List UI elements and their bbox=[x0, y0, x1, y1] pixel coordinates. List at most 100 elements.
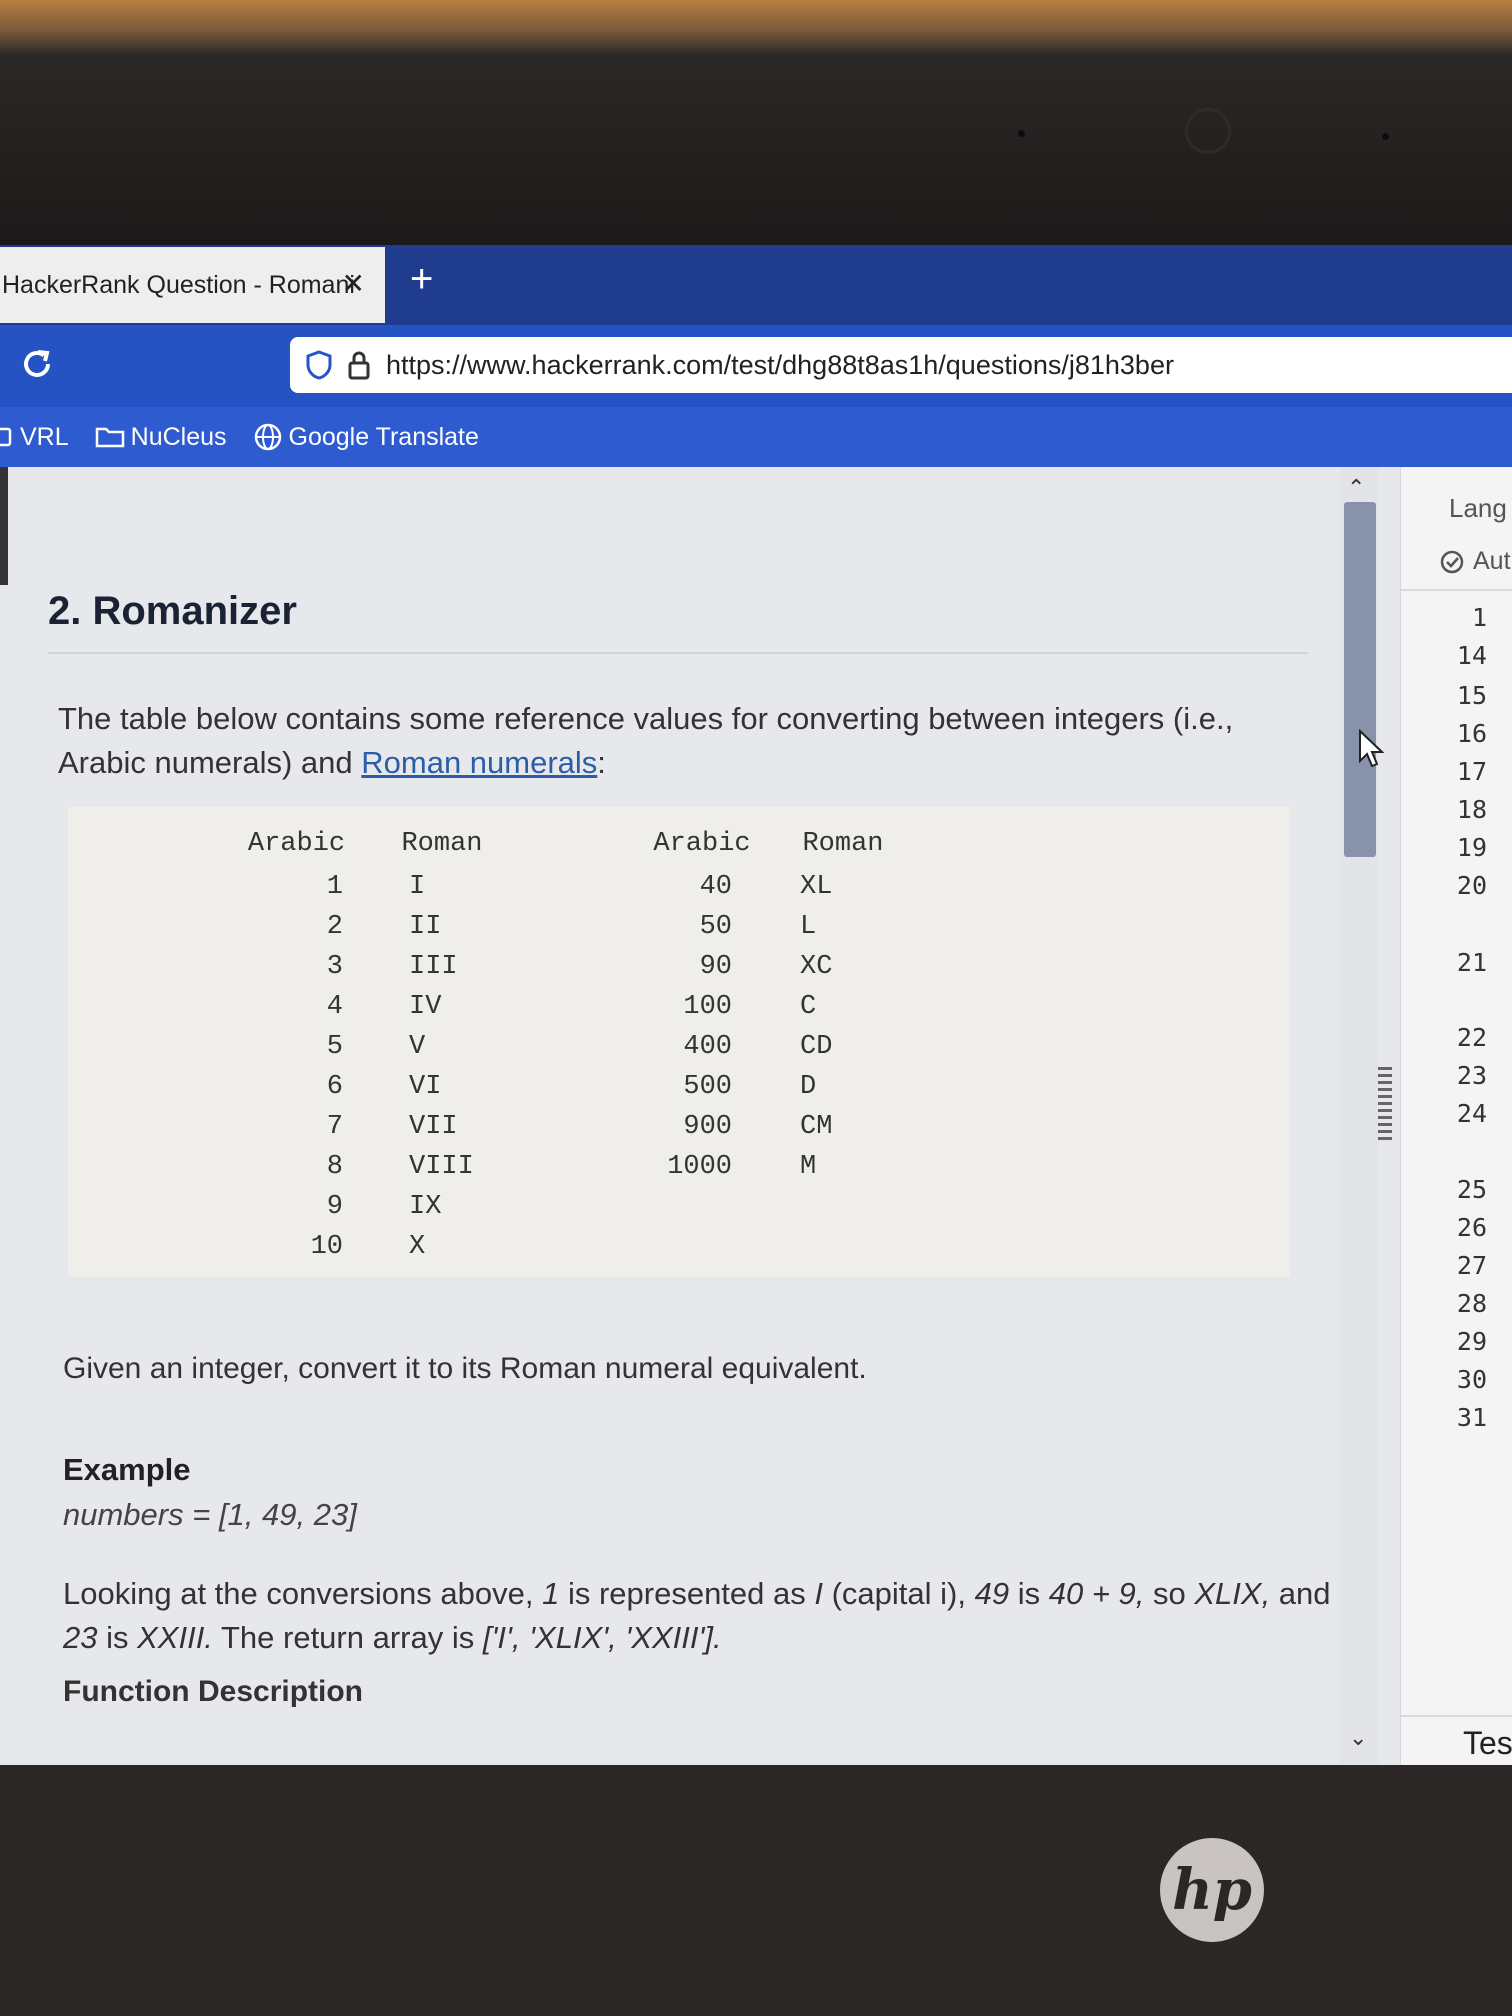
reload-icon[interactable] bbox=[18, 345, 56, 383]
function-description-heading: Function Description bbox=[63, 1675, 363, 1708]
line-number: 28 bbox=[1456, 1289, 1487, 1318]
globe-icon bbox=[254, 423, 281, 451]
browser-tab[interactable]: HackerRank Question - Romani ✕ bbox=[0, 247, 385, 323]
explain-text: so bbox=[1144, 1576, 1195, 1611]
arabic-value: 90 bbox=[699, 952, 732, 982]
title-divider bbox=[48, 652, 1308, 654]
table-row: 9 IX bbox=[228, 1187, 519, 1227]
explain-text: is bbox=[1009, 1576, 1049, 1611]
arabic-value: 900 bbox=[683, 1112, 732, 1142]
sensor-dot bbox=[1018, 130, 1025, 137]
roman-value: C bbox=[800, 992, 817, 1022]
explain-text: Looking at the conversions above, bbox=[63, 1576, 543, 1611]
roman-value: VI bbox=[409, 1072, 442, 1102]
test-results-tab[interactable]: Tes bbox=[1463, 1725, 1512, 1762]
url-text: https://www.hackerrank.com/test/dhg88t8a… bbox=[386, 349, 1174, 380]
arabic-value: 10 bbox=[310, 1232, 343, 1262]
left-edge-strip bbox=[0, 467, 8, 585]
explain-italic: 1 bbox=[542, 1576, 560, 1611]
arabic-value: 400 bbox=[683, 1032, 732, 1062]
line-number: 18 bbox=[1456, 795, 1487, 824]
line-number: 14 bbox=[1456, 641, 1487, 670]
bookmark-vrl[interactable]: VRL bbox=[0, 423, 69, 452]
webcam bbox=[1185, 108, 1231, 154]
autocomplete-label: Aut bbox=[1473, 547, 1511, 575]
reference-table-box: Arabic Roman 1 I 2 II 3 III 4 IV 5 V 6 VI 7 VII 8 VIII 9… bbox=[68, 807, 1290, 1277]
roman-value: I bbox=[409, 872, 426, 902]
arabic-value: 3 bbox=[326, 952, 343, 982]
arabic-value: 6 bbox=[326, 1072, 343, 1102]
folder-icon bbox=[95, 427, 124, 448]
laptop-top-bezel bbox=[0, 0, 1512, 245]
roman-value: VIII bbox=[409, 1152, 474, 1182]
new-tab-button[interactable]: + bbox=[410, 257, 433, 302]
check-circle-icon bbox=[1440, 550, 1464, 573]
roman-value: V bbox=[409, 1032, 426, 1062]
intro-paragraph: The table below contains some reference … bbox=[58, 697, 1318, 785]
scroll-up-arrow-icon[interactable]: ⌃ bbox=[1347, 475, 1365, 501]
page-content: 2. Romanizer The table below contains so… bbox=[0, 467, 1512, 1765]
arabic-value: 4 bbox=[326, 992, 343, 1022]
table-row: 8 VIII bbox=[228, 1147, 519, 1187]
arabic-value: 40 bbox=[699, 872, 732, 902]
bookmark-label: NuCleus bbox=[130, 422, 227, 451]
panel-resize-handle[interactable] bbox=[1378, 1067, 1392, 1143]
shield-icon bbox=[306, 350, 332, 380]
folder-icon bbox=[0, 427, 12, 447]
roman-value: CM bbox=[800, 1112, 833, 1142]
line-number: 19 bbox=[1456, 833, 1487, 862]
line-number: 24 bbox=[1456, 1099, 1487, 1128]
explain-italic: 23 bbox=[63, 1620, 98, 1655]
arabic-value: 500 bbox=[683, 1072, 732, 1102]
roman-value: VII bbox=[409, 1112, 458, 1142]
roman-numerals-link[interactable]: Roman numerals bbox=[361, 745, 597, 780]
table-row: 1000 M bbox=[628, 1147, 910, 1187]
table-header: Roman bbox=[802, 829, 884, 859]
line-number: 21 bbox=[1456, 948, 1487, 977]
line-number: 30 bbox=[1456, 1365, 1487, 1394]
language-selector[interactable]: Lang bbox=[1449, 493, 1507, 524]
scroll-down-arrow-icon[interactable]: ⌄ bbox=[1349, 1725, 1367, 1751]
explain-text: and bbox=[1270, 1576, 1331, 1611]
table-row: 2 II bbox=[228, 907, 519, 947]
arabic-value: 8 bbox=[326, 1152, 343, 1182]
autocomplete-toggle[interactable]: Aut bbox=[1439, 547, 1511, 576]
close-tab-icon[interactable]: ✕ bbox=[342, 267, 365, 300]
question-title: 2. Romanizer bbox=[48, 589, 297, 633]
reference-table-right: Arabic Roman 40 XL 50 L 90 XC 100 C 400 CD 500 D 900… bbox=[628, 827, 910, 1187]
mouse-cursor-icon bbox=[1359, 729, 1384, 768]
arabic-value: 50 bbox=[699, 912, 732, 942]
sensor-dot bbox=[1382, 133, 1389, 140]
line-number: 20 bbox=[1456, 871, 1487, 900]
navigation-bar: https://www.hackerrank.com/test/dhg88t8a… bbox=[0, 325, 1512, 407]
table-row: 10 X bbox=[228, 1227, 519, 1267]
laptop-bottom-bezel bbox=[0, 1766, 1512, 2016]
roman-value: XC bbox=[800, 952, 833, 982]
roman-value: L bbox=[800, 912, 817, 942]
table-row: 40 XL bbox=[628, 867, 910, 907]
line-number: 25 bbox=[1456, 1175, 1487, 1204]
table-header: Arabic bbox=[247, 829, 346, 859]
table-row: 6 VI bbox=[228, 1067, 519, 1107]
table-header: Arabic bbox=[653, 829, 751, 859]
bookmark-label: VRL bbox=[20, 422, 69, 451]
line-number: 29 bbox=[1456, 1327, 1487, 1356]
address-bar[interactable]: https://www.hackerrank.com/test/dhg88t8a… bbox=[290, 337, 1512, 393]
line-number: 31 bbox=[1456, 1403, 1487, 1432]
roman-value: M bbox=[800, 1152, 817, 1182]
editor-divider bbox=[1401, 589, 1512, 591]
line-number: 26 bbox=[1456, 1213, 1487, 1242]
explain-italic: ['I', 'XLIX', 'XXIII']. bbox=[482, 1620, 722, 1655]
line-number: 22 bbox=[1456, 1023, 1487, 1052]
bookmark-google-translate[interactable]: Google Translate bbox=[253, 422, 479, 452]
explain-italic: 40 + 9, bbox=[1048, 1576, 1145, 1611]
line-number: 16 bbox=[1456, 719, 1487, 748]
arabic-value: 1000 bbox=[667, 1152, 732, 1182]
explain-text: is represented as bbox=[559, 1576, 815, 1611]
arabic-value: 1 bbox=[326, 872, 343, 902]
bookmark-nucleus[interactable]: NuCleus bbox=[95, 423, 227, 452]
arabic-value: 9 bbox=[326, 1192, 343, 1222]
hp-logo: hp bbox=[1160, 1838, 1264, 1942]
explain-text: The return array is bbox=[212, 1620, 483, 1655]
scrollbar-thumb[interactable] bbox=[1344, 502, 1376, 857]
